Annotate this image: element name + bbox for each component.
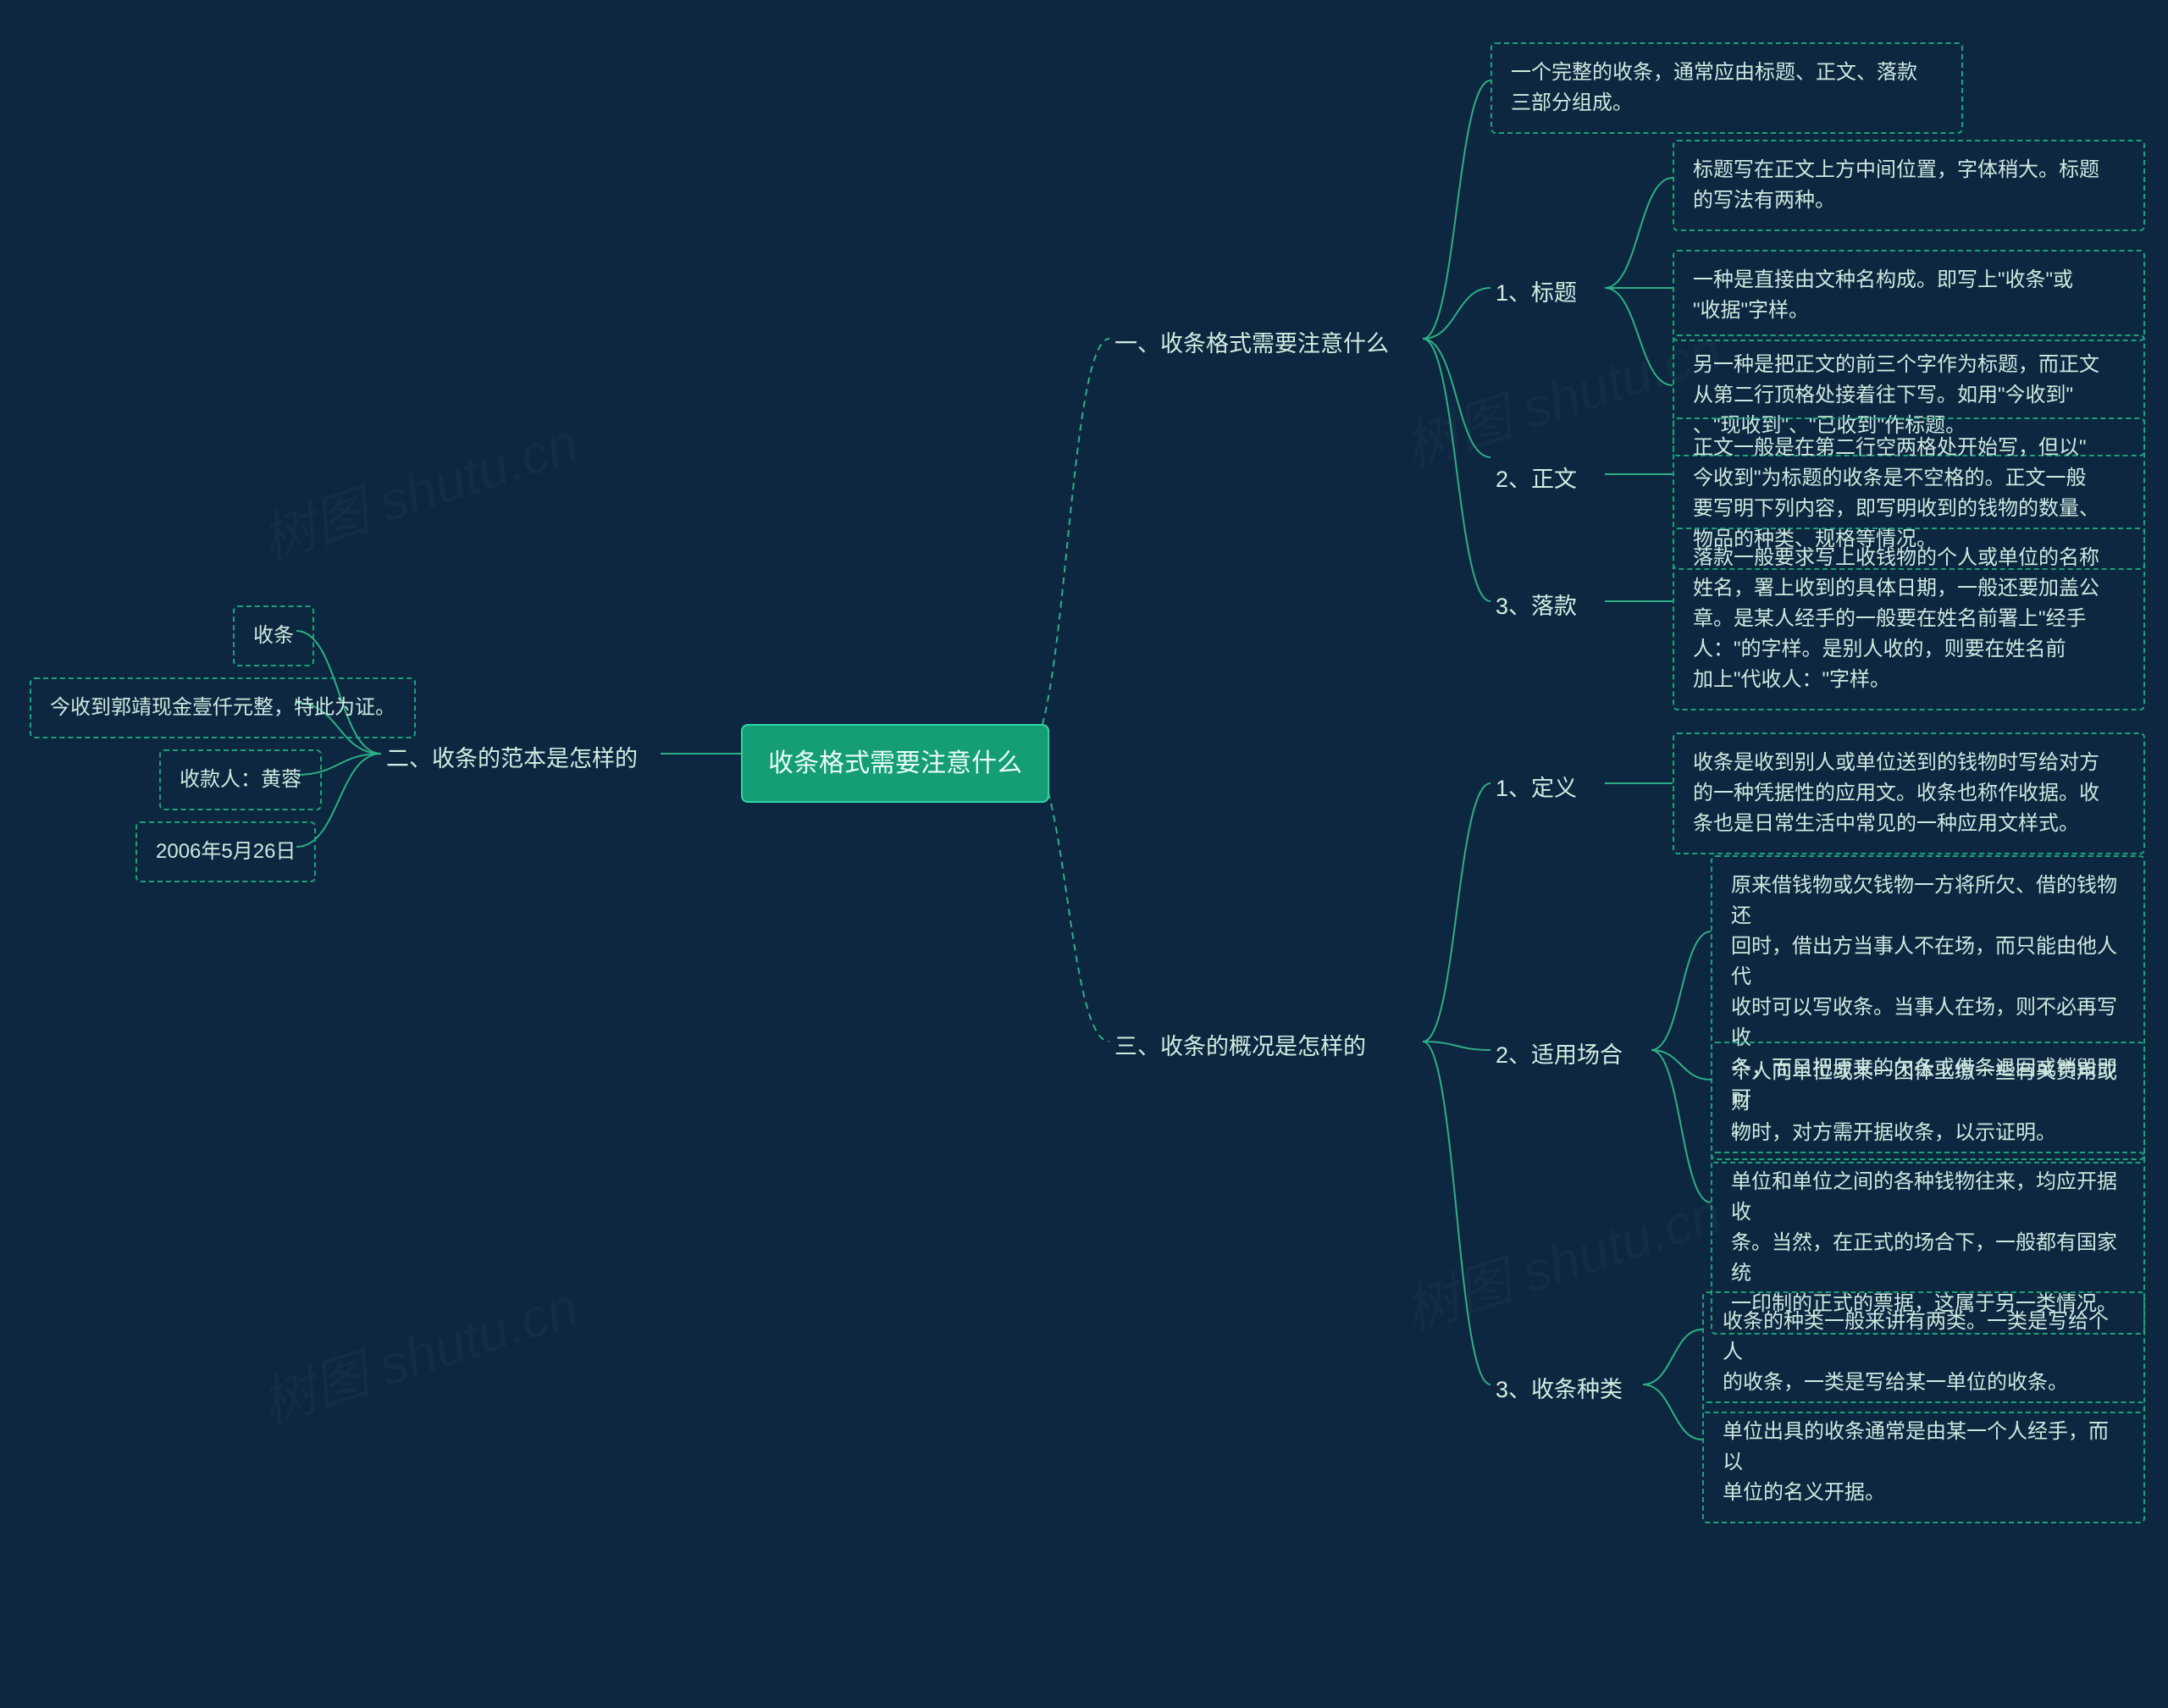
branch-two[interactable]: 二、收条的范本是怎样的 — [381, 735, 643, 783]
one-b3-a[interactable]: 落款一般要求写上收钱物的个人或单位的名称 姓名，署上收到的具体日期，一般还要加盖… — [1673, 528, 2145, 710]
two-c[interactable]: 收款人：黄蓉 — [159, 749, 322, 810]
three-b1-a[interactable]: 收条是收到别人或单位送到的钱物时写给对方 的一种凭据性的应用文。收条也称作收据。… — [1673, 732, 2145, 854]
two-d[interactable]: 2006年5月26日 — [136, 821, 316, 882]
watermark: 树图 shutu.cn — [250, 1263, 586, 1439]
three-b2-b[interactable]: 个人向单位或某一团体上缴一些有关费用或财 物时，对方需开据收条，以示证明。 — [1711, 1042, 2145, 1164]
three-b3[interactable]: 3、收条种类 — [1490, 1366, 1628, 1414]
root-node[interactable]: 收条格式需要注意什么 — [741, 724, 1049, 803]
branch-three[interactable]: 三、收条的概况是怎样的 — [1109, 1023, 1371, 1071]
two-b[interactable]: 今收到郭靖现金壹仟元整，特此为证。 — [30, 677, 416, 738]
three-b3-b[interactable]: 单位出具的收条通常是由某一个人经手，而以 单位的名义开据。 — [1702, 1401, 2145, 1523]
mindmap-canvas: 树图 shutu.cn 树图 shutu.cn 树图 shutu.cn 树图 s… — [0, 0, 2168, 1708]
one-b1-a[interactable]: 标题写在正文上方中间位置，字体稍大。标题 的写法有两种。 — [1673, 140, 2145, 231]
one-b3[interactable]: 3、落款 — [1490, 583, 1582, 631]
one-b1-b[interactable]: 一种是直接由文种名构成。即写上"收条"或 "收据"字样。 — [1673, 250, 2145, 341]
watermark: 树图 shutu.cn — [250, 400, 586, 575]
two-a[interactable]: 收条 — [233, 605, 314, 666]
three-b2[interactable]: 2、适用场合 — [1490, 1031, 1628, 1080]
one-b1[interactable]: 1、标题 — [1490, 269, 1582, 318]
three-b1[interactable]: 1、定义 — [1490, 765, 1582, 813]
watermark: 树图 shutu.cn — [1393, 1170, 1729, 1346]
three-b3-a[interactable]: 收条的种类一般来讲有两类。一类是写给个人 的收条，一类是写给某一单位的收条。 — [1702, 1291, 2145, 1413]
one-b2[interactable]: 2、正文 — [1490, 456, 1582, 504]
one-intro[interactable]: 一个完整的收条，通常应由标题、正文、落款 三部分组成。 — [1490, 42, 1963, 134]
branch-one[interactable]: 一、收条格式需要注意什么 — [1109, 320, 1394, 368]
